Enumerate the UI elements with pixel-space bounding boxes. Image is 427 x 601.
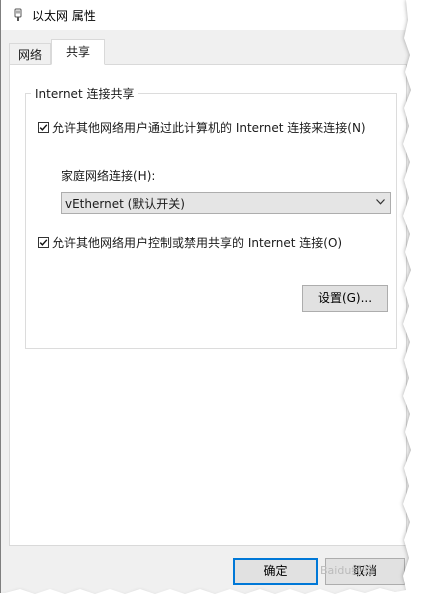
title-bar[interactable]: 以太网 属性 xyxy=(1,0,415,30)
tab-network[interactable]: 网络 xyxy=(9,43,51,64)
checkmark-icon xyxy=(39,239,48,246)
window-title: 以太网 属性 xyxy=(32,9,96,23)
home-network-select[interactable]: vEthernet (默认开关) xyxy=(61,192,391,214)
allow-control-label: 允许其他网络用户控制或禁用共享的 Internet 连接(O) xyxy=(52,236,343,250)
tab-sharing[interactable]: 共享 xyxy=(51,39,105,65)
allow-connect-checkbox[interactable] xyxy=(38,122,49,133)
ok-button[interactable]: 确定 xyxy=(233,558,318,585)
watermark: Baidu经验 xyxy=(320,564,374,577)
network-adapter-icon xyxy=(10,7,26,23)
checkmark-icon xyxy=(39,124,48,131)
allow-control-row[interactable]: 允许其他网络用户控制或禁用共享的 Internet 连接(O) xyxy=(38,234,342,251)
properties-dialog: 以太网 属性 网络 共享 Internet 连接共享 允许其他网络用户通过此计算… xyxy=(0,0,415,601)
chevron-down-icon xyxy=(376,199,385,205)
settings-button[interactable]: 设置(G)... xyxy=(302,285,388,312)
home-network-label: 家庭网络连接(H): xyxy=(61,169,156,183)
sharing-panel: Internet 连接共享 允许其他网络用户通过此计算机的 Internet 连… xyxy=(9,64,407,546)
allow-connect-label: 允许其他网络用户通过此计算机的 Internet 连接来连接(N) xyxy=(52,121,366,135)
allow-control-checkbox[interactable] xyxy=(38,237,49,248)
home-network-value: vEthernet (默认开关) xyxy=(65,196,185,211)
allow-connect-row[interactable]: 允许其他网络用户通过此计算机的 Internet 连接来连接(N) xyxy=(38,119,366,136)
ics-group-title: Internet 连接共享 xyxy=(31,85,139,102)
